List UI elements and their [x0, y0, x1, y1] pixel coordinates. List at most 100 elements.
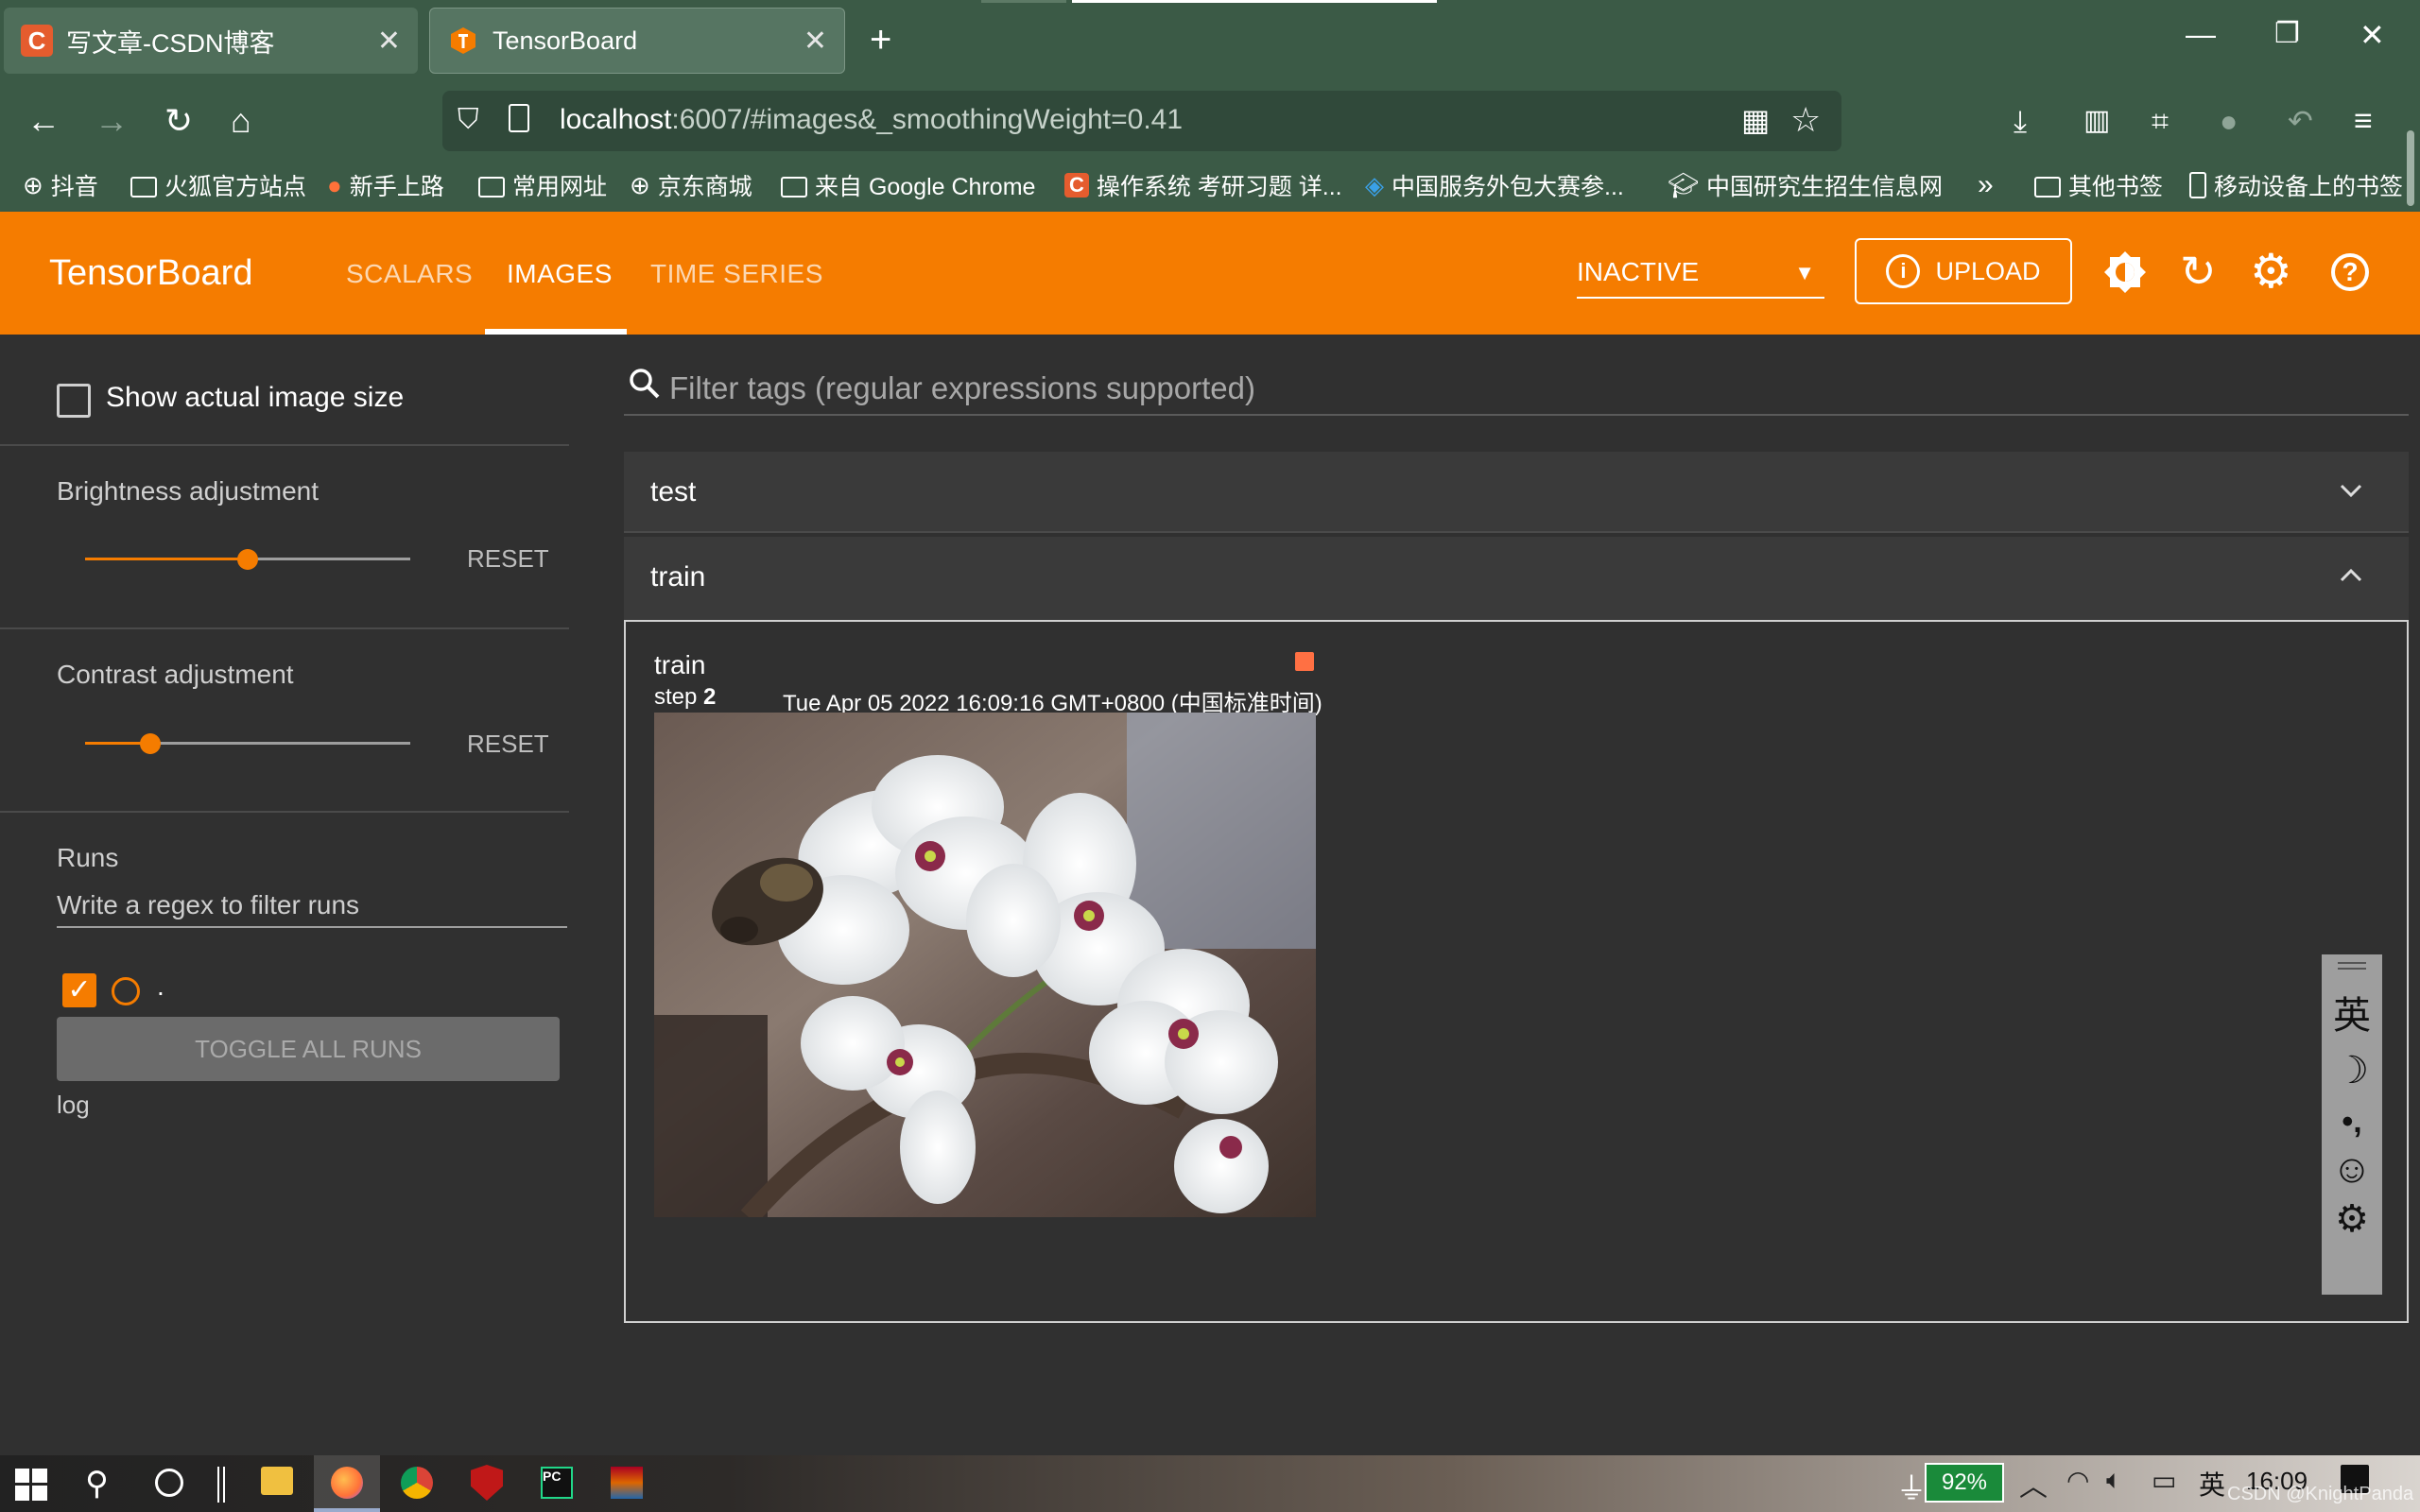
more-bookmarks-icon[interactable]: » — [1978, 166, 1994, 204]
sidebar: Show actual image size Brightness adjust… — [0, 335, 569, 1455]
window-close-icon[interactable]: ✕ — [2360, 17, 2385, 53]
bookmark-other[interactable]: 其他书签 — [2034, 166, 2163, 204]
bookmark-douyin[interactable]: ⊕ 抖音 — [23, 166, 98, 204]
undo-icon[interactable]: ↶ — [2288, 102, 2313, 140]
contrast-reset-button[interactable]: RESET — [467, 730, 549, 759]
bookmark-star-icon[interactable]: ☆ — [1790, 100, 1821, 140]
reader-view-icon[interactable]: ▥ — [2083, 102, 2110, 140]
browser-tab-tensorboard[interactable]: TensorBoard ✕ — [429, 8, 845, 74]
menu-icon[interactable]: ≡ — [2354, 102, 2373, 140]
theme-toggle-icon[interactable] — [2102, 249, 2148, 300]
bookmark-mobile[interactable]: 移动设备上的书签 — [2189, 166, 2403, 204]
bookmark-jd[interactable]: ⊕ 京东商城 — [630, 166, 752, 204]
group-name: train — [650, 561, 706, 593]
address-bar[interactable]: ⛉ localhost:6007/#images&_smoothingWeigh… — [442, 91, 1841, 151]
qr-code-icon[interactable]: ▦ — [1741, 102, 1770, 138]
ime-indicator[interactable]: 英 — [2199, 1465, 2225, 1503]
contrast-slider-thumb[interactable] — [140, 733, 161, 754]
forward-icon[interactable]: → — [95, 102, 129, 140]
cortana-icon[interactable] — [155, 1469, 183, 1497]
drag-handle[interactable] — [2338, 962, 2366, 964]
group-header-train[interactable]: train — [624, 537, 2409, 620]
group-header-test[interactable]: test — [624, 452, 2409, 533]
mcafee-icon[interactable] — [471, 1465, 503, 1501]
run-state-select[interactable]: INACTIVE ▼ — [1577, 257, 1824, 299]
chevron-up-icon[interactable]: ︿ — [2019, 1463, 2048, 1504]
taskbar-firefox[interactable] — [314, 1455, 380, 1512]
back-icon[interactable]: ← — [26, 102, 60, 140]
tab-title: TensorBoard — [493, 26, 638, 55]
new-tab-icon[interactable]: + — [870, 19, 891, 61]
tab-images[interactable]: IMAGES — [507, 259, 613, 289]
runs-filter-input[interactable]: Write a regex to filter runs — [57, 881, 567, 928]
runs-label: Runs — [57, 843, 119, 872]
moon-icon[interactable]: ☽ — [2322, 1049, 2382, 1092]
power-plug-icon[interactable]: ⏚ — [1896, 1465, 1927, 1508]
chevron-up-icon[interactable] — [2337, 561, 2365, 597]
download-icon[interactable]: ⤓ — [2014, 102, 2027, 140]
tab-strip-indicator — [1072, 0, 1437, 3]
toggle-all-runs-button[interactable]: TOGGLE ALL RUNS — [57, 1017, 560, 1081]
reload-icon[interactable]: ↻ — [164, 102, 193, 140]
tab-scalars[interactable]: SCALARS — [346, 259, 473, 289]
ime-settings-icon[interactable]: ⚙ — [2322, 1197, 2382, 1241]
winrar-icon[interactable] — [611, 1467, 643, 1499]
task-view-icon[interactable] — [217, 1467, 225, 1503]
volume-icon[interactable]: 🔈︎ — [2106, 1465, 2122, 1496]
bookmark-os-exams[interactable]: C 操作系统 考研习题 详... — [1064, 166, 1342, 204]
bookmark-outsourcing-contest[interactable]: ◈ 中国服务外包大赛参... — [1365, 166, 1624, 204]
search-icon[interactable]: ⚲ — [85, 1465, 109, 1503]
page-scrollbar[interactable] — [2407, 130, 2414, 206]
run-color-indicator — [1295, 652, 1314, 671]
close-tab-icon[interactable]: ✕ — [377, 25, 401, 58]
restore-icon[interactable]: ❐ — [2274, 17, 2300, 50]
settings-gear-icon[interactable]: ⚙ — [2250, 244, 2292, 299]
brightness-slider-thumb[interactable] — [237, 549, 258, 570]
brightness-label: Brightness adjustment — [57, 476, 320, 506]
chat-icon[interactable]: ● — [2220, 102, 2238, 140]
graduation-cap-icon: 🎓︎ — [1668, 170, 1700, 199]
minimize-icon[interactable]: — — [2186, 17, 2216, 52]
bookmark-graduate-admissions[interactable]: 🎓︎ 中国研究生招生信息网 — [1668, 166, 1943, 204]
url-text[interactable]: localhost:6007/#images&_smoothingWeight=… — [560, 104, 1183, 136]
network-icon[interactable]: ▭ — [2152, 1465, 2176, 1496]
help-icon[interactable]: ? — [2331, 253, 2369, 291]
bookmark-firefox-sites[interactable]: 火狐官方站点 — [130, 166, 306, 204]
divider — [0, 627, 569, 629]
emoji-icon[interactable]: ☺ — [2322, 1146, 2382, 1192]
bookmark-common-sites[interactable]: 常用网址 — [478, 166, 607, 204]
run-color-swatch[interactable] — [112, 977, 140, 1005]
file-explorer-icon[interactable] — [261, 1467, 293, 1495]
upload-button[interactable]: i UPLOAD — [1855, 238, 2072, 304]
folder-icon — [478, 177, 505, 198]
refresh-icon[interactable]: ↻ — [2180, 246, 2217, 297]
info-icon: i — [1886, 254, 1921, 288]
run-checkbox[interactable]: ✓ — [62, 973, 96, 1007]
close-tab-icon[interactable]: ✕ — [804, 25, 827, 58]
windows-start-icon[interactable] — [15, 1469, 47, 1505]
chrome-icon[interactable] — [401, 1467, 433, 1499]
group-name: test — [650, 476, 697, 507]
battery-indicator[interactable]: 92% — [1925, 1463, 2004, 1503]
app-title: TensorBoard — [49, 253, 253, 293]
tag-filter-input[interactable]: Filter tags (regular expressions support… — [624, 359, 2409, 416]
step-label-row: step 2 — [654, 684, 717, 710]
brightness-reset-button[interactable]: RESET — [467, 544, 549, 574]
chevron-down-icon[interactable] — [2337, 476, 2365, 511]
browser-tab-csdn[interactable]: C 写文章-CSDN博客 ✕ — [4, 8, 418, 74]
shield-icon[interactable]: ⛉ — [458, 104, 479, 136]
home-icon[interactable]: ⌂ — [231, 102, 251, 140]
screenshot-crop-icon[interactable]: ⌗ — [2152, 102, 2169, 140]
bookmark-getting-started[interactable]: ● 新手上路 — [327, 166, 444, 204]
sample-image[interactable] — [654, 713, 1316, 1217]
divider — [0, 444, 569, 446]
ime-language-icon[interactable]: 英 — [2322, 985, 2382, 1040]
mobile-icon — [2189, 172, 2206, 198]
show-actual-size-checkbox[interactable] — [57, 384, 91, 418]
tab-time-series[interactable]: TIME SERIES — [650, 259, 823, 289]
wifi-icon[interactable]: ◠ — [2066, 1465, 2089, 1496]
punctuation-icon[interactable]: •, — [2322, 1104, 2382, 1141]
taskbar: ⚲ PC ⏚ 92% ︿ ◠ 🔈︎ ▭ 英 16:09 CSDN @Knight… — [0, 1455, 2420, 1512]
bookmark-from-chrome[interactable]: 来自 Google Chrome — [781, 166, 1035, 204]
pycharm-icon[interactable]: PC — [541, 1467, 573, 1499]
